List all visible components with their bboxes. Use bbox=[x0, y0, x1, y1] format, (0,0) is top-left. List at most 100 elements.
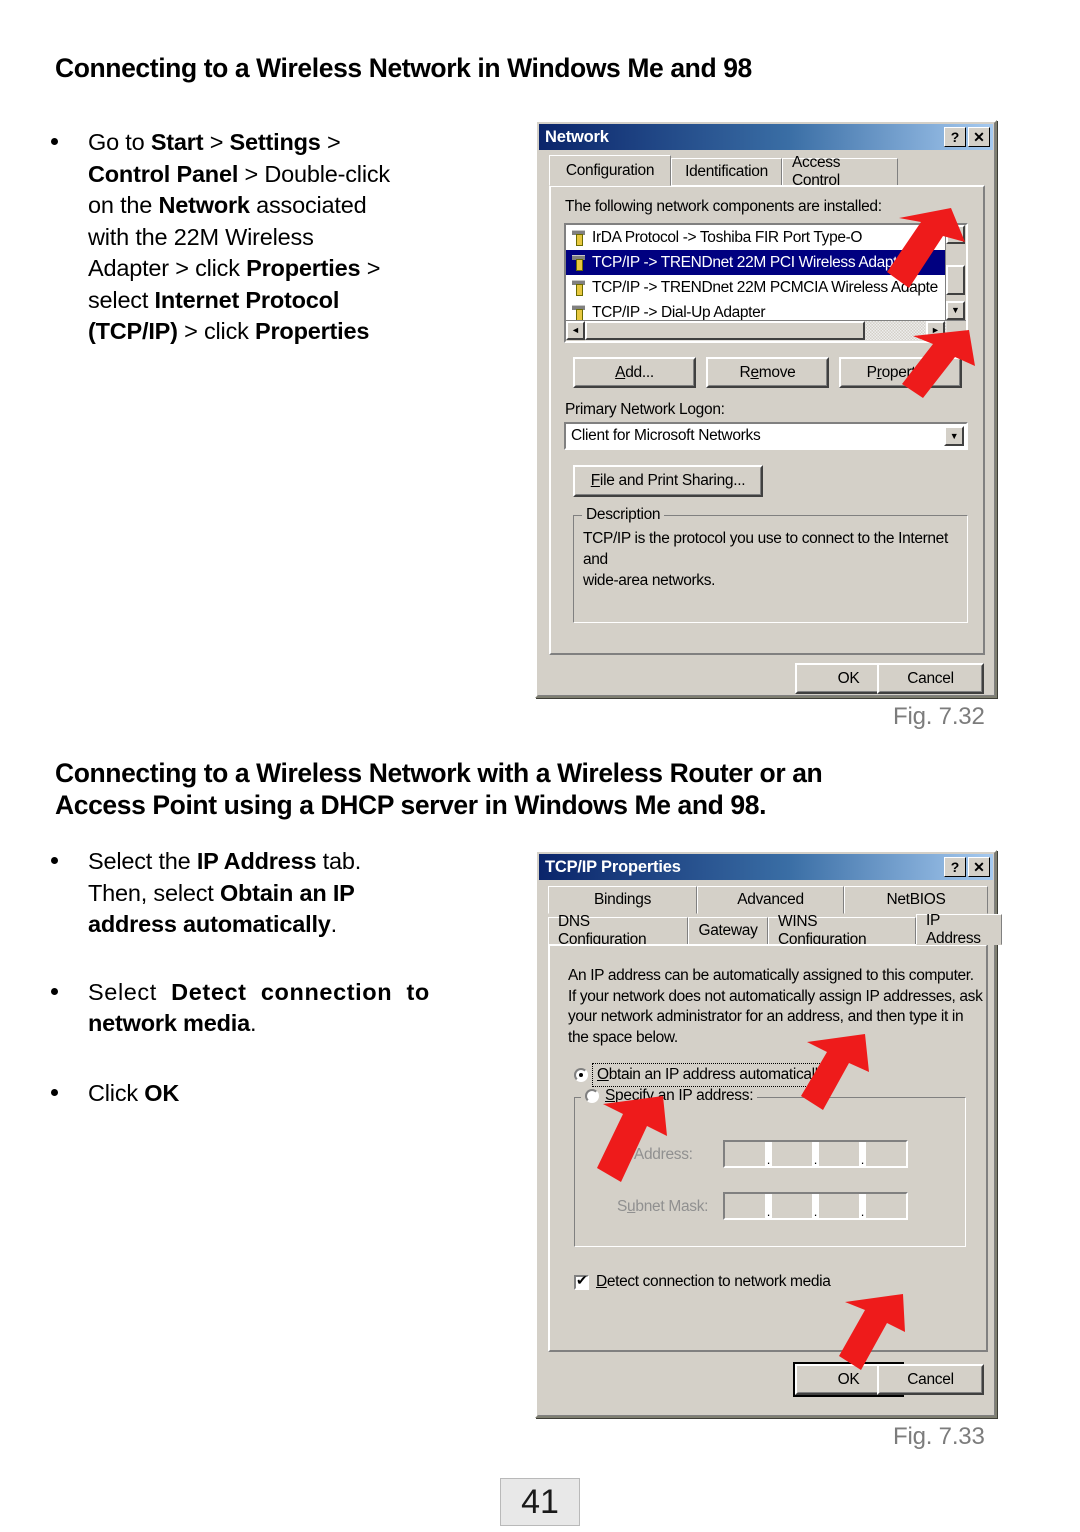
txt-bold: network media bbox=[88, 1010, 250, 1036]
list-item[interactable]: TCP/IP -> TRENDnet 22M PCMCIA Wireless A… bbox=[566, 275, 945, 300]
ip-octet-3[interactable] bbox=[819, 1142, 859, 1166]
txt-bold: Properties bbox=[246, 255, 361, 281]
detect-connection-checkbox-row[interactable]: Detect connection to network media bbox=[574, 1273, 831, 1291]
network-cancel-button[interactable]: Cancel bbox=[877, 663, 984, 694]
ip-octet-4[interactable] bbox=[866, 1142, 906, 1166]
help-icon[interactable]: ? bbox=[944, 127, 966, 147]
txt: Select the bbox=[88, 848, 197, 874]
list-item[interactable]: TCP/IP -> TRENDnet 22M PCI Wireless Adap… bbox=[566, 250, 945, 275]
scroll-thumb-horizontal[interactable] bbox=[585, 321, 865, 340]
tab-configuration[interactable]: Configuration bbox=[549, 155, 671, 186]
tab-access-control[interactable]: Access Control bbox=[782, 154, 898, 189]
tab-identification[interactable]: Identification bbox=[671, 158, 782, 186]
subnet-octet-2[interactable] bbox=[772, 1194, 812, 1218]
network-dialog[interactable]: Network ? ✕ Configuration Identification… bbox=[535, 120, 997, 698]
specify-ip-groupbox: Specify an IP address: IP Address: . . .… bbox=[574, 1087, 966, 1247]
titlebar-button-group: ? ✕ bbox=[944, 857, 993, 877]
btn-inner-border bbox=[841, 359, 960, 386]
scroll-right-icon[interactable]: ► bbox=[926, 321, 945, 340]
list-horizontal-scrollbar[interactable]: ◄ ► bbox=[566, 320, 966, 341]
bullet2c-line1: Click OK bbox=[88, 1078, 502, 1110]
ip-dot: . bbox=[765, 1194, 772, 1218]
list-item-label: TCP/IP -> TRENDnet 22M PCMCIA Wireless A… bbox=[592, 278, 938, 296]
protocol-icon bbox=[570, 304, 587, 320]
subnet-octet-1[interactable] bbox=[725, 1194, 765, 1218]
ip-intro-text: An IP address can be automatically assig… bbox=[568, 966, 983, 1048]
list-item: Go to Start > Settings > Control Panel >… bbox=[42, 127, 502, 348]
ip-octet-1[interactable] bbox=[725, 1142, 765, 1166]
bullet2b-line2: network media. bbox=[88, 1008, 502, 1040]
list-item: Select the IP Address tab. Then, select … bbox=[42, 846, 502, 941]
txt: > bbox=[203, 129, 230, 155]
detect-connection-label: Detect connection to network media bbox=[596, 1273, 831, 1290]
txt: Select bbox=[88, 978, 172, 1005]
btn-inner-border bbox=[708, 359, 827, 386]
specify-ip-radio-row[interactable]: Specify an IP address: bbox=[581, 1087, 758, 1105]
tab-ip-address[interactable]: IP Address bbox=[916, 912, 1002, 947]
specify-ip-label: Specify an IP address: bbox=[605, 1087, 754, 1104]
tcpip-dialog-titlebar[interactable]: TCP/IP Properties ? ✕ bbox=[539, 854, 993, 880]
help-icon[interactable]: ? bbox=[944, 857, 966, 877]
scroll-up-icon[interactable]: ▲ bbox=[946, 225, 965, 244]
page-title-2-line2: Access Point using a DHCP server in Wind… bbox=[55, 790, 767, 821]
bullet1-line7: (TCP/IP) > click Properties bbox=[88, 316, 502, 348]
txt-bold: address automatically bbox=[88, 911, 331, 937]
radio-icon-obtain[interactable] bbox=[574, 1068, 588, 1082]
primary-logon-combobox[interactable]: Client for Microsoft Networks ▼ bbox=[564, 422, 968, 450]
obtain-ip-radio-row[interactable]: Obtain an IP address automatically bbox=[574, 1063, 831, 1087]
close-icon[interactable]: ✕ bbox=[968, 127, 990, 147]
tab-advanced[interactable]: Advanced bbox=[697, 886, 844, 914]
network-tabstrip: Configuration Identification Access Cont… bbox=[549, 154, 985, 189]
network-dialog-titlebar[interactable]: Network ? ✕ bbox=[539, 124, 993, 150]
intro-line-1: An IP address can be automatically assig… bbox=[568, 967, 974, 984]
remove-button[interactable]: Remove bbox=[706, 357, 829, 388]
subnet-octet-4[interactable] bbox=[866, 1194, 906, 1218]
txt-bold: Network bbox=[158, 192, 250, 218]
txt: . bbox=[249, 1010, 257, 1036]
ip-octet-2[interactable] bbox=[772, 1142, 812, 1166]
protocol-icon bbox=[570, 254, 587, 271]
subnet-octet-3[interactable] bbox=[819, 1194, 859, 1218]
btn-inner-border bbox=[879, 1366, 982, 1393]
tcpip-properties-dialog[interactable]: TCP/IP Properties ? ✕ Bindings Advanced … bbox=[535, 850, 1002, 1418]
subnet-mask-input[interactable]: . . . bbox=[723, 1192, 908, 1220]
txt-bold: Detect connection to bbox=[171, 978, 430, 1005]
tab-netbios[interactable]: NetBIOS bbox=[844, 886, 988, 914]
list-item: Select Detect connection to network medi… bbox=[42, 977, 502, 1040]
checkbox-icon-detect[interactable] bbox=[574, 1273, 589, 1290]
ip-address-input[interactable]: . . . bbox=[723, 1140, 908, 1168]
ip-dot: . bbox=[859, 1142, 866, 1166]
tcpip-tabstrip-row2: DNS Configuration Gateway WINS Configura… bbox=[548, 912, 1002, 948]
tab-dns-configuration[interactable]: DNS Configuration bbox=[548, 913, 688, 948]
add-button[interactable]: AAdd...dd... bbox=[573, 357, 696, 388]
tab-wins-configuration[interactable]: WINS Configuration bbox=[768, 913, 916, 948]
scroll-left-icon[interactable]: ◄ bbox=[566, 321, 585, 340]
radio-icon-specify[interactable] bbox=[585, 1089, 599, 1103]
network-components-list[interactable]: IrDA Protocol -> Toshiba FIR Port Type-O… bbox=[564, 223, 968, 343]
tab-gateway[interactable]: Gateway bbox=[688, 917, 768, 945]
list-item[interactable]: TCP/IP -> Dial-Up Adapter bbox=[566, 300, 945, 320]
subnet-mask-label: Subnet Mask: bbox=[617, 1198, 709, 1215]
tab-bindings[interactable]: Bindings bbox=[548, 886, 697, 914]
bullet2b-line1: Select Detect connection to bbox=[88, 977, 502, 1009]
bullet1-line3: on the Network associated bbox=[88, 190, 502, 222]
txt-bold: Control Panel bbox=[88, 160, 239, 187]
close-icon[interactable]: ✕ bbox=[968, 857, 990, 877]
txt: Adapter > click bbox=[88, 255, 247, 281]
txt-bold: Properties bbox=[255, 318, 370, 344]
list-item[interactable]: IrDA Protocol -> Toshiba FIR Port Type-O bbox=[566, 225, 945, 250]
scroll-down-icon[interactable]: ▼ bbox=[946, 301, 965, 320]
btn-inner-border bbox=[575, 359, 694, 386]
bullet1-line1: Go to Start > Settings > bbox=[88, 127, 502, 159]
scroll-thumb-vertical[interactable] bbox=[946, 265, 965, 295]
file-print-sharing-button[interactable]: File and Print Sharing... bbox=[573, 465, 763, 497]
properties-button[interactable]: Properties bbox=[839, 357, 962, 388]
txt: Then, select bbox=[88, 879, 220, 906]
primary-logon-value: Client for Microsoft Networks bbox=[571, 427, 761, 444]
list-vertical-scrollbar[interactable]: ▲ ▼ bbox=[945, 225, 966, 320]
bullet2a-line2: Then, select Obtain an IP bbox=[88, 878, 502, 910]
titlebar-button-group: ? ✕ bbox=[944, 127, 993, 147]
tcpip-cancel-button[interactable]: Cancel bbox=[877, 1364, 984, 1395]
txt-bold: OK bbox=[144, 1079, 180, 1106]
chevron-down-icon[interactable]: ▼ bbox=[944, 426, 964, 446]
